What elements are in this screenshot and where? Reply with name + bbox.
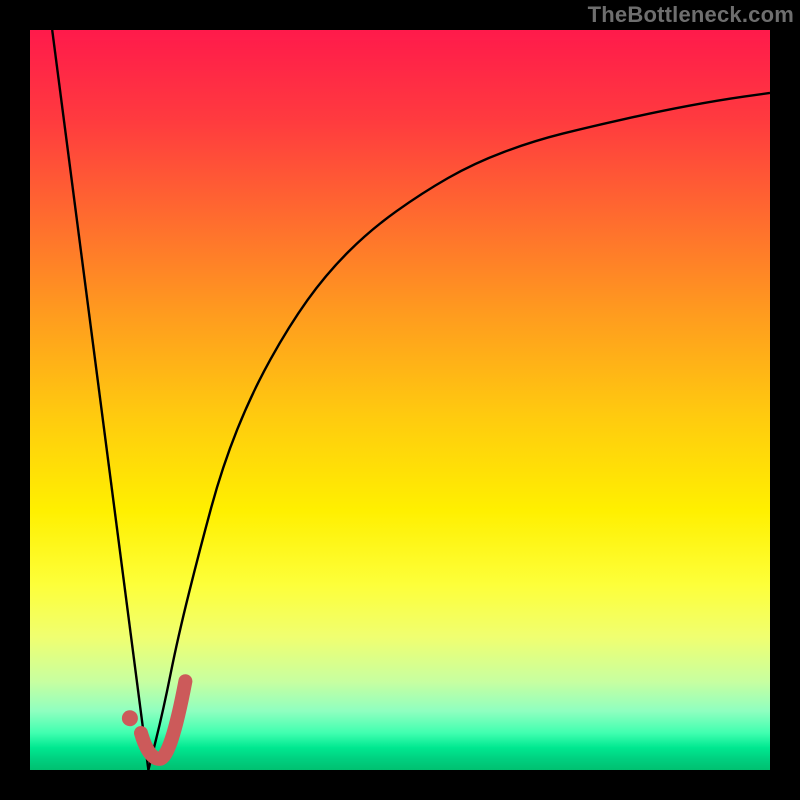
watermark: TheBottleneck.com xyxy=(588,2,794,28)
curve-right xyxy=(148,93,770,770)
plot-area xyxy=(30,30,770,770)
marker-dot xyxy=(122,710,138,726)
chart-frame: TheBottleneck.com xyxy=(0,0,800,800)
marker-j xyxy=(141,681,185,759)
chart-svg xyxy=(30,30,770,770)
curve-left xyxy=(52,30,148,770)
